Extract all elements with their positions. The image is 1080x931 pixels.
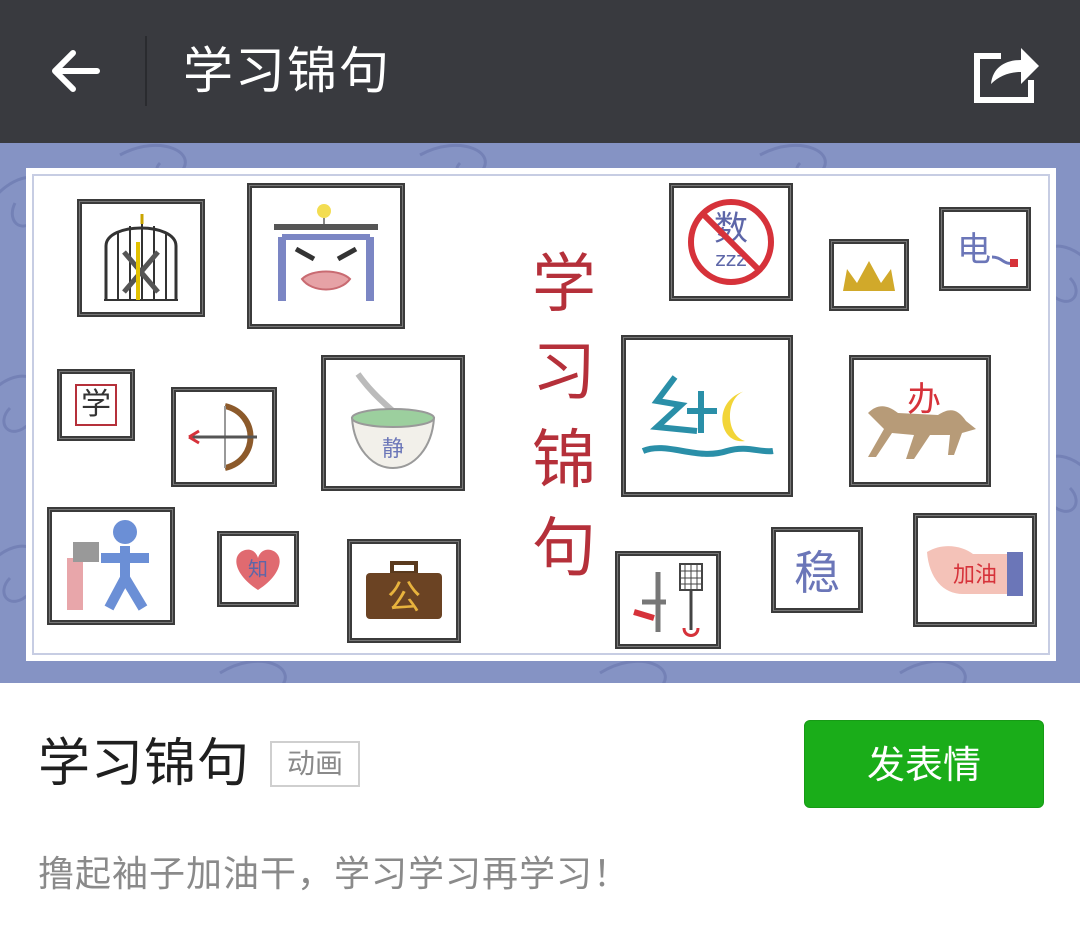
glyph-zhi: 知 [248,557,268,581]
banner-canvas: 学习锦句 数 zzz 电 学 静 办 知 公 稳 加油 [26,168,1056,661]
frame-birdcage [77,199,205,317]
crown-icon [843,261,895,291]
heart-glyph-icon: 知 [236,549,280,590]
back-button[interactable] [30,26,120,116]
glyph-jing: 静 [382,437,404,462]
frame-no-sleep: 数 zzz [669,183,793,301]
sticker-description: 撸起袖子加油干，学习学习再学习！ [38,854,631,895]
horse-rider-icon: 办 [868,380,976,459]
glyph-ban: 办 [907,380,941,420]
stick-figure-icon [67,520,149,611]
glyph-gong: 公 [387,578,421,618]
frame-bow [171,387,277,487]
sticker-banner: 学习锦句 数 zzz 电 学 静 办 知 公 稳 加油 [0,143,1080,683]
share-icon [974,48,1039,103]
banner-vertical-title: 学习锦句 [532,248,596,586]
bow-arrow-icon [188,403,257,471]
share-button[interactable] [960,30,1054,114]
frame-ban: 办 [849,355,991,487]
page-title: 学习锦句 [183,42,391,100]
frame-crown [829,239,909,311]
flyswatter-icon [633,563,703,637]
glyph-xue: 学 [75,384,117,426]
frame-jing: 静 [321,355,465,491]
frame-xue: 学 [57,369,135,441]
glyph-dian: 电 [957,230,991,270]
frame-wen: 稳 [771,527,863,613]
frame-jiayou: 加油 [913,513,1037,627]
back-arrow-icon [52,50,100,92]
sticker-pack-name: 学习锦句 [38,734,251,794]
frame-plug: 电 [939,207,1031,291]
header-divider [145,36,147,106]
frame-flyswatter [615,551,721,649]
no-sleep-icon: 数 zzz [688,199,774,285]
arm-jiayou-icon: 加油 [927,546,1023,596]
frame-face [247,183,405,329]
send-sticker-button[interactable]: 发表情 [804,720,1044,808]
glyph-shu: 数 [714,209,748,249]
glyph-zzz: zzz [715,247,747,271]
briefcase-icon: 公 [366,561,442,619]
frame-gong: 公 [347,539,461,643]
teacup-icon: 静 [350,372,436,470]
moon-wave-icon [641,375,774,457]
plug-glyph-icon: 电 [957,230,1018,270]
birdcage-icon [104,214,178,301]
glyph-jiayou: 加油 [953,563,997,588]
face-glyph-icon [274,204,378,301]
glyph-wen: 稳 [794,546,840,600]
frame-you [621,335,793,497]
frame-zhi-person [47,507,175,625]
frame-heart: 知 [217,531,299,607]
top-bar: 学习锦句 [0,0,1080,143]
animated-tag: 动画 [270,741,360,787]
